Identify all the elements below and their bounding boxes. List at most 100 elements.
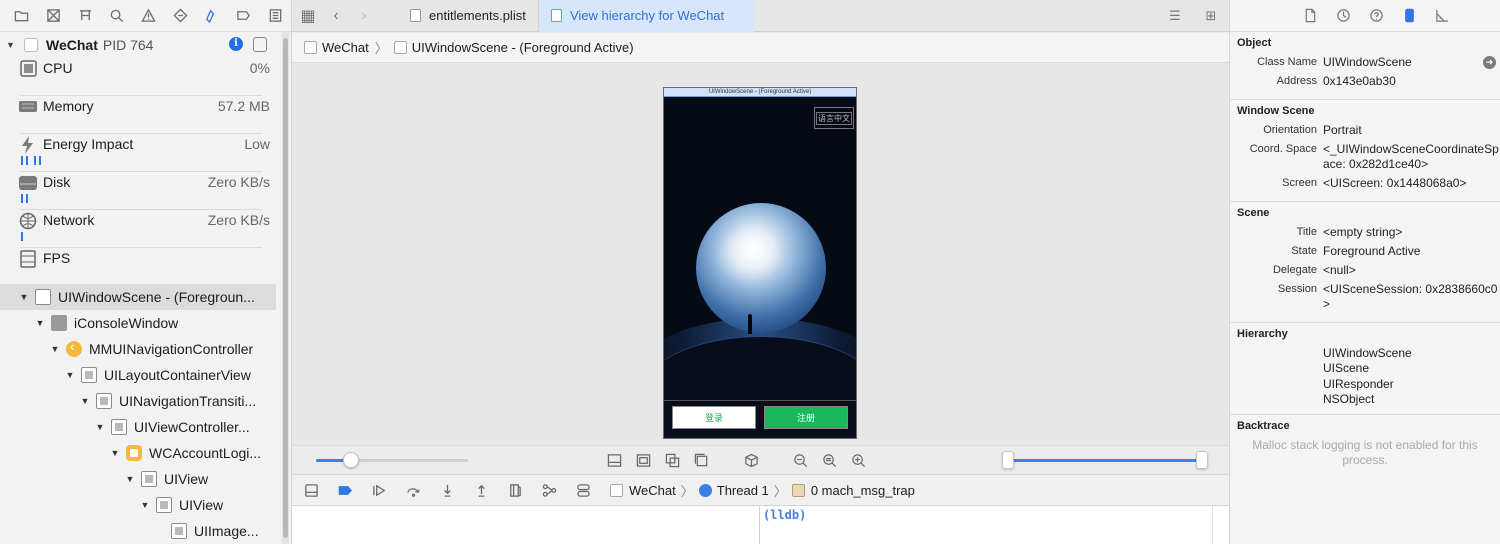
device-preview[interactable]: UIWindowScene - (Foreground Active) 语言中文…	[663, 87, 857, 439]
step-over-icon[interactable]	[396, 475, 430, 505]
energy-icon	[22, 136, 33, 154]
history-icon[interactable]	[1327, 8, 1360, 23]
console-area[interactable]: (lldb)	[292, 506, 1229, 544]
stack-icon[interactable]	[687, 451, 716, 469]
continue-icon[interactable]	[362, 475, 396, 505]
help-icon[interactable]	[1360, 8, 1393, 23]
memory-graph-icon[interactable]	[532, 475, 566, 505]
device-icon[interactable]	[253, 37, 267, 52]
coord-space-row: Coord. Space <_UIWindowSceneCoordinateSpa…	[1249, 142, 1499, 171]
disclosure-triangle-icon[interactable]: ▼	[124, 474, 136, 484]
zoom-actual-icon[interactable]	[815, 451, 844, 469]
scene-icon	[393, 41, 407, 54]
debug-thread[interactable]: Thread 1	[717, 483, 769, 498]
folder-icon[interactable]	[6, 0, 38, 32]
hierarchy-canvas[interactable]: UIWindowScene - (Foreground Active) 语言中文…	[292, 63, 1229, 445]
login-button[interactable]: 登录	[672, 406, 756, 429]
add-editor-icon[interactable]: ⊞	[1193, 8, 1229, 24]
forward-icon[interactable]: ›	[350, 0, 378, 32]
debug-view-hierarchy-icon[interactable]	[498, 475, 532, 505]
gauge-memory[interactable]: Memory 57.2 MB	[18, 96, 272, 134]
process-row[interactable]: ▼ WeChat PID 764 i	[0, 32, 280, 58]
lines-icon[interactable]: ☰	[1157, 8, 1193, 24]
issue-icon[interactable]	[133, 0, 165, 32]
gauge-cpu[interactable]: CPU 0%	[18, 58, 272, 96]
view-mode-group	[600, 451, 716, 469]
step-out-icon[interactable]	[464, 475, 498, 505]
debug-frame[interactable]: 0 mach_msg_trap	[811, 483, 915, 498]
tree-row[interactable]: ▼ UILayoutContainerView	[0, 362, 280, 388]
debug-navigator-icon[interactable]	[196, 0, 228, 32]
tree-row[interactable]: ▼ UIWindowScene - (Foregroun...	[0, 284, 276, 310]
range-slider[interactable]	[1008, 459, 1202, 462]
range-low-handle[interactable]	[1002, 451, 1014, 469]
symbol-icon[interactable]	[69, 0, 101, 32]
clipped-content-icon[interactable]	[600, 451, 629, 469]
object-inspector-icon[interactable]	[1393, 8, 1426, 23]
debug-app[interactable]: WeChat	[629, 483, 676, 498]
tree-row[interactable]: ▼ UINavigationTransiti...	[0, 388, 280, 414]
layers-icon[interactable]	[658, 451, 687, 469]
environment-overrides-icon[interactable]	[566, 475, 600, 505]
gauge-energy[interactable]: Energy Impact Low	[18, 134, 272, 172]
disclosure-triangle-icon[interactable]: ▼	[64, 370, 76, 380]
gauge-label: Network	[43, 212, 95, 228]
tab-entitlements[interactable]: entitlements.plist	[398, 0, 538, 32]
test-icon[interactable]	[164, 0, 196, 32]
search-icon[interactable]	[101, 0, 133, 32]
navigator-scrollbar[interactable]	[282, 32, 289, 544]
register-button[interactable]: 注册	[764, 406, 848, 429]
jump-arrow-icon[interactable]: ➜	[1483, 56, 1496, 69]
earth-image[interactable]	[696, 203, 826, 333]
tab-view-hierarchy[interactable]: View hierarchy for WeChat	[538, 0, 754, 32]
slider-knob[interactable]	[342, 452, 359, 468]
hierarchy-item: UIResponder	[1323, 376, 1394, 391]
disclosure-triangle-icon[interactable]: ▼	[109, 448, 121, 458]
disclosure-triangle-icon[interactable]: ▼	[94, 422, 106, 432]
disclosure-triangle-icon[interactable]: ▼	[79, 396, 91, 406]
zoom-in-icon[interactable]	[844, 451, 873, 469]
breadcrumb-scene[interactable]: UIWindowScene - (Foreground Active)	[412, 40, 634, 55]
spacing-slider[interactable]	[316, 459, 468, 462]
size-inspector-icon[interactable]	[1426, 8, 1459, 23]
tree-row[interactable]: ▼ WCAccountLogi...	[0, 440, 280, 466]
breakpoint-icon[interactable]	[228, 0, 260, 32]
tree-row[interactable]: ▼ UIViewController...	[0, 414, 280, 440]
tree-row[interactable]: ▼ iConsoleWindow	[0, 310, 280, 336]
tree-row[interactable]: ▼ UIView	[0, 492, 280, 518]
tree-row[interactable]: ▼ UIView	[0, 466, 280, 492]
report-icon[interactable]	[259, 0, 291, 32]
source-control-icon[interactable]	[38, 0, 70, 32]
disclosure-triangle-icon[interactable]: ▼	[6, 40, 16, 50]
hierarchy-item: UIWindowScene	[1323, 346, 1412, 360]
tree-row[interactable]: ▼ MMUINavigationController	[0, 336, 280, 362]
view-hierarchy-tree: ▼ UIWindowScene - (Foregroun... ▼ iConso…	[0, 284, 280, 544]
grid-icon[interactable]: ▦	[294, 0, 322, 32]
back-icon[interactable]: ‹	[322, 0, 350, 32]
scrollbar-thumb[interactable]	[283, 38, 288, 538]
file-inspector-icon[interactable]	[1294, 8, 1327, 23]
gauge-label: Memory	[43, 98, 94, 114]
range-high-handle[interactable]	[1196, 451, 1208, 469]
disclosure-triangle-icon[interactable]: ▼	[49, 344, 61, 354]
gauge-fps[interactable]: FPS	[18, 248, 272, 278]
step-into-icon[interactable]	[430, 475, 464, 505]
zoom-out-icon[interactable]	[786, 451, 815, 469]
gauge-network[interactable]: Network Zero KB/s	[18, 210, 272, 248]
cube-icon[interactable]	[737, 451, 766, 469]
breadcrumb-app[interactable]: WeChat	[322, 40, 369, 55]
hide-console-icon[interactable]	[294, 475, 328, 505]
tree-row[interactable]: UIImage...	[0, 518, 280, 544]
debug-bar: WeChat 〉 Thread 1 〉 0 mach_msg_trap	[292, 474, 1229, 506]
breakpoints-toggle-icon[interactable]	[328, 475, 362, 505]
info-icon[interactable]: i	[229, 37, 243, 51]
disclosure-triangle-icon[interactable]: ▼	[34, 318, 46, 328]
language-button[interactable]: 语言中文	[814, 107, 854, 129]
app-icon	[24, 38, 38, 52]
disclosure-triangle-icon[interactable]: ▼	[139, 500, 151, 510]
disk-bars	[21, 194, 28, 203]
disclosure-triangle-icon[interactable]: ▼	[18, 292, 30, 302]
gauge-disk[interactable]: Disk Zero KB/s	[18, 172, 272, 210]
frame-icon[interactable]	[629, 451, 658, 469]
view-icon	[96, 393, 112, 409]
